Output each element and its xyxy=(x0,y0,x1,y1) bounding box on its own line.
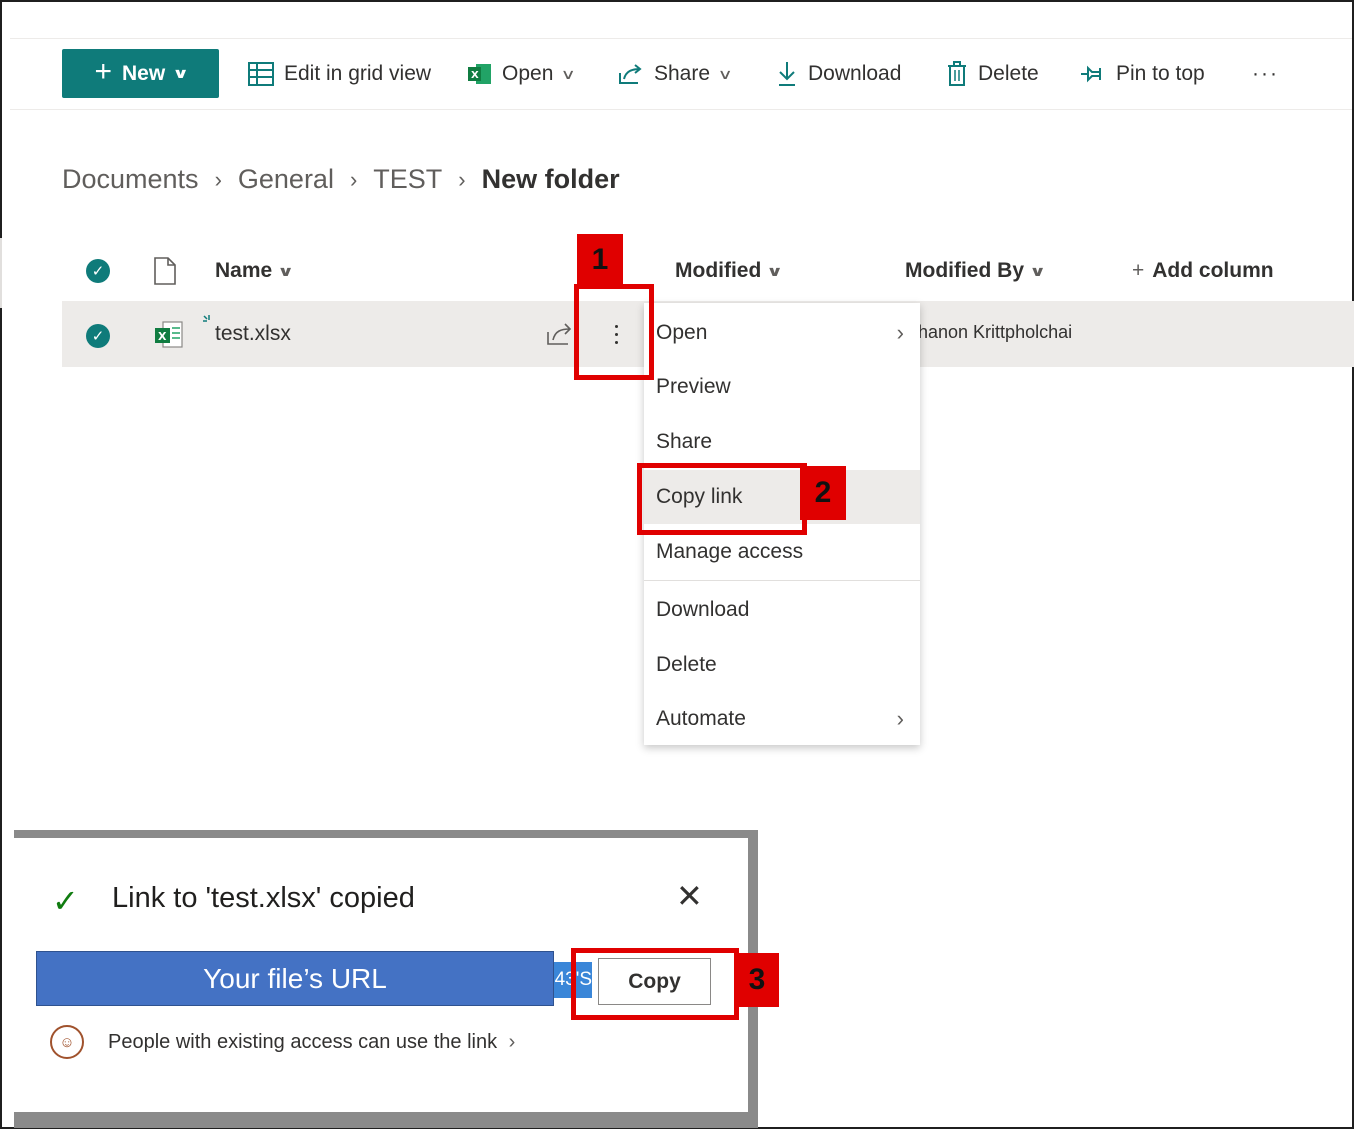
new-button[interactable]: + New ∨ xyxy=(62,49,219,98)
left-edge xyxy=(0,238,2,308)
column-header-modified-by[interactable]: Modified By ∨ xyxy=(905,255,1047,287)
pin-to-top-button[interactable]: Pin to top xyxy=(1080,56,1205,92)
dialog-title: Link to 'test.xlsx' copied xyxy=(112,882,415,914)
menu-item-label: Preview xyxy=(656,375,731,398)
command-bar: + New ∨ Edit in grid view X Open ∨ Share… xyxy=(10,38,1352,110)
new-item-sparkle-icon xyxy=(203,315,210,322)
share-button[interactable]: Share ∨ xyxy=(618,56,733,92)
download-label: Download xyxy=(808,62,902,85)
menu-item-delete[interactable]: Delete xyxy=(644,638,920,692)
menu-item-label: Manage access xyxy=(656,540,804,563)
annotation-box-2 xyxy=(637,463,807,535)
download-icon xyxy=(779,62,795,86)
link-settings-button[interactable]: People with existing access can use the … xyxy=(108,1031,515,1054)
column-header-name[interactable]: Name ∨ xyxy=(215,255,295,287)
edit-grid-label: Edit in grid view xyxy=(284,62,432,85)
annotation-box-3 xyxy=(571,948,739,1020)
chevron-right-icon: › xyxy=(214,166,222,192)
column-header-modified[interactable]: Modified ∨ xyxy=(675,255,784,287)
pin-label: Pin to top xyxy=(1116,62,1205,85)
more-icon: ··· xyxy=(1252,62,1279,85)
share-icon[interactable] xyxy=(546,322,574,346)
menu-item-share[interactable]: Share xyxy=(644,415,920,469)
breadcrumb-test[interactable]: TEST xyxy=(373,164,442,195)
document-icon xyxy=(154,257,176,285)
plus-icon: + xyxy=(94,55,112,88)
chevron-down-icon: ∨ xyxy=(277,262,295,279)
pin-icon xyxy=(1081,65,1101,83)
modified-by-value: hanon Krittpholchai xyxy=(918,322,1073,342)
annotation-number-1: 1 xyxy=(577,234,623,286)
modified-header-label: Modified xyxy=(675,259,762,282)
trash-icon xyxy=(948,61,966,86)
menu-item-preview[interactable]: Preview xyxy=(644,360,920,414)
chevron-down-icon: ∨ xyxy=(717,65,733,82)
excel-file-icon: X xyxy=(155,321,183,348)
select-all-checkbox[interactable]: ✓ xyxy=(86,255,110,287)
row-checkbox[interactable]: ✓ xyxy=(86,320,110,352)
checkmark-icon: ✓ xyxy=(52,883,79,919)
svg-text:X: X xyxy=(158,330,167,343)
menu-item-label: Automate xyxy=(656,707,746,730)
plus-icon: + xyxy=(1132,259,1145,282)
open-button[interactable]: X Open ∨ xyxy=(468,56,577,92)
svg-text:X: X xyxy=(471,70,479,81)
chevron-right-icon: › xyxy=(896,706,904,731)
menu-item-label: Share xyxy=(656,430,713,453)
new-label: New xyxy=(121,61,166,85)
file-url-label: Your file’s URL xyxy=(203,962,387,994)
close-icon[interactable]: ✕ xyxy=(676,880,703,912)
chevron-down-icon: ∨ xyxy=(172,65,190,81)
menu-item-open[interactable]: Open › xyxy=(644,306,920,360)
excel-icon: X xyxy=(468,64,491,84)
modified-by-header-label: Modified By xyxy=(905,259,1024,282)
access-text: People with existing access can use the … xyxy=(108,1031,498,1053)
add-column-button[interactable]: + Add column xyxy=(1132,255,1274,287)
file-name-link[interactable]: test.xlsx xyxy=(215,322,291,346)
breadcrumb: Documents › General › TEST › New folder xyxy=(62,164,620,195)
menu-item-label: Download xyxy=(656,598,750,621)
breadcrumb-current-folder: New folder xyxy=(481,164,620,194)
menu-item-automate[interactable]: Automate › xyxy=(644,692,920,746)
checkmark-icon: ✓ xyxy=(86,259,110,283)
annotation-box-1 xyxy=(574,284,654,380)
chevron-down-icon: ∨ xyxy=(766,262,784,279)
edit-grid-view-button[interactable]: Edit in grid view xyxy=(248,56,431,92)
share-label: Share xyxy=(654,62,711,85)
add-column-label: Add column xyxy=(1152,259,1274,282)
menu-item-download[interactable]: Download xyxy=(644,583,920,637)
file-url-field[interactable]: Your file’s URL xyxy=(36,951,554,1006)
breadcrumb-documents[interactable]: Documents xyxy=(62,164,199,195)
grid-icon xyxy=(248,62,274,86)
file-type-header[interactable] xyxy=(153,255,177,287)
chevron-down-icon: ∨ xyxy=(560,65,577,82)
open-label: Open xyxy=(502,62,554,85)
menu-divider xyxy=(644,580,920,581)
download-button[interactable]: Download xyxy=(776,56,901,92)
delete-label: Delete xyxy=(978,62,1039,85)
breadcrumb-general[interactable]: General xyxy=(238,164,334,195)
chevron-down-icon: ∨ xyxy=(1029,262,1047,279)
annotation-number-3: 3 xyxy=(735,953,779,1007)
chevron-right-icon: › xyxy=(508,1031,516,1053)
chevron-right-icon: › xyxy=(349,166,358,192)
share-icon xyxy=(619,64,642,84)
chevron-right-icon: › xyxy=(458,166,466,192)
menu-item-label: Open xyxy=(656,321,708,344)
more-options-button[interactable]: ··· xyxy=(1252,56,1279,92)
annotation-number-2: 2 xyxy=(800,466,846,520)
chevron-right-icon: › xyxy=(896,320,904,345)
people-icon: ☺ xyxy=(50,1025,84,1059)
checkmark-icon: ✓ xyxy=(86,324,110,348)
name-header-label: Name xyxy=(215,259,273,282)
delete-button[interactable]: Delete xyxy=(946,56,1039,92)
menu-item-label: Delete xyxy=(656,653,717,676)
